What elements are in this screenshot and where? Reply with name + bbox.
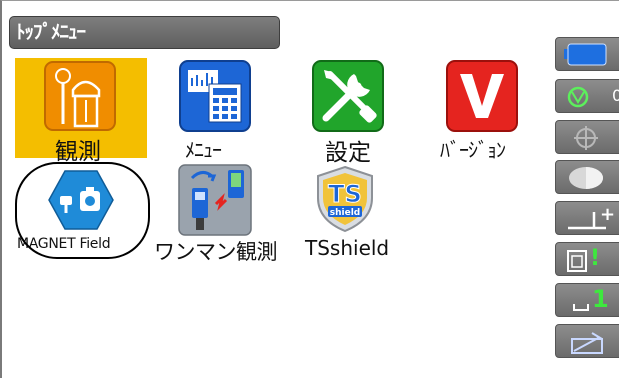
app-one-man-survey[interactable]: ワンマン観測 xyxy=(152,162,282,264)
app-version[interactable]: ﾊﾞｰｼﾞｮﾝ xyxy=(432,58,532,162)
sidebar-target[interactable]: 0 xyxy=(555,79,619,113)
sidebar-prism-text: + xyxy=(600,204,616,225)
menu-calc-icon xyxy=(179,60,251,132)
tsshield-badge-sub: shield xyxy=(330,208,360,218)
measure-mode-icon xyxy=(573,304,589,311)
app-label: TSshield xyxy=(305,236,390,260)
sidebar-measure-mode[interactable]: 1 xyxy=(555,283,619,317)
sidebar-half-circle[interactable] xyxy=(555,160,619,194)
app-menu[interactable]: ﾒﾆｭｰ xyxy=(167,58,263,162)
sidebar-crosshair[interactable] xyxy=(555,120,619,154)
keyboard-input-icon xyxy=(571,332,603,354)
battery-icon xyxy=(564,43,607,66)
sidebar-prism-constant[interactable]: + xyxy=(555,201,619,235)
surveyor-icon xyxy=(44,61,116,131)
sidebar-measure-text: 1 xyxy=(592,285,609,313)
app-label: ﾒﾆｭｰ xyxy=(185,138,222,162)
sidebar-tilt[interactable]: ! xyxy=(555,242,619,276)
tsshield-badge-text: TS xyxy=(328,180,362,208)
app-settings[interactable]: 設定 xyxy=(304,58,404,166)
version-v-icon xyxy=(446,60,518,132)
highlight-circle xyxy=(15,162,150,259)
tsshield-icon: TS shield xyxy=(317,165,373,233)
status-sidebar: 0 + ! 1 xyxy=(555,1,619,379)
page-title: ﾄｯﾌﾟﾒﾆｭｰ xyxy=(9,16,280,49)
target-status-icon xyxy=(567,86,589,108)
crosshair-icon xyxy=(574,126,598,150)
sidebar-target-text: 0 xyxy=(612,86,619,105)
screen: ﾄｯﾌﾟﾒﾆｭｰ 観測 ﾒﾆｭｰ 設定 ﾊﾞｰｼﾞｮﾝ MAGNET Field… xyxy=(0,0,619,378)
tilt-warning-icon xyxy=(567,250,587,272)
one-man-survey-icon xyxy=(178,164,252,236)
app-label: ﾊﾞｰｼﾞｮﾝ xyxy=(440,138,506,162)
sidebar-battery[interactable] xyxy=(555,37,619,71)
app-label: ワンマン観測 xyxy=(154,240,278,264)
sidebar-tilt-text: ! xyxy=(590,246,601,271)
app-observation[interactable]: 観測 xyxy=(15,58,147,165)
app-label: 観測 xyxy=(55,139,101,165)
sidebar-keyboard[interactable] xyxy=(555,324,619,358)
settings-tools-icon xyxy=(312,60,384,132)
half-circle-icon xyxy=(569,167,603,189)
app-tsshield[interactable]: TS shield TSshield xyxy=(297,162,407,262)
